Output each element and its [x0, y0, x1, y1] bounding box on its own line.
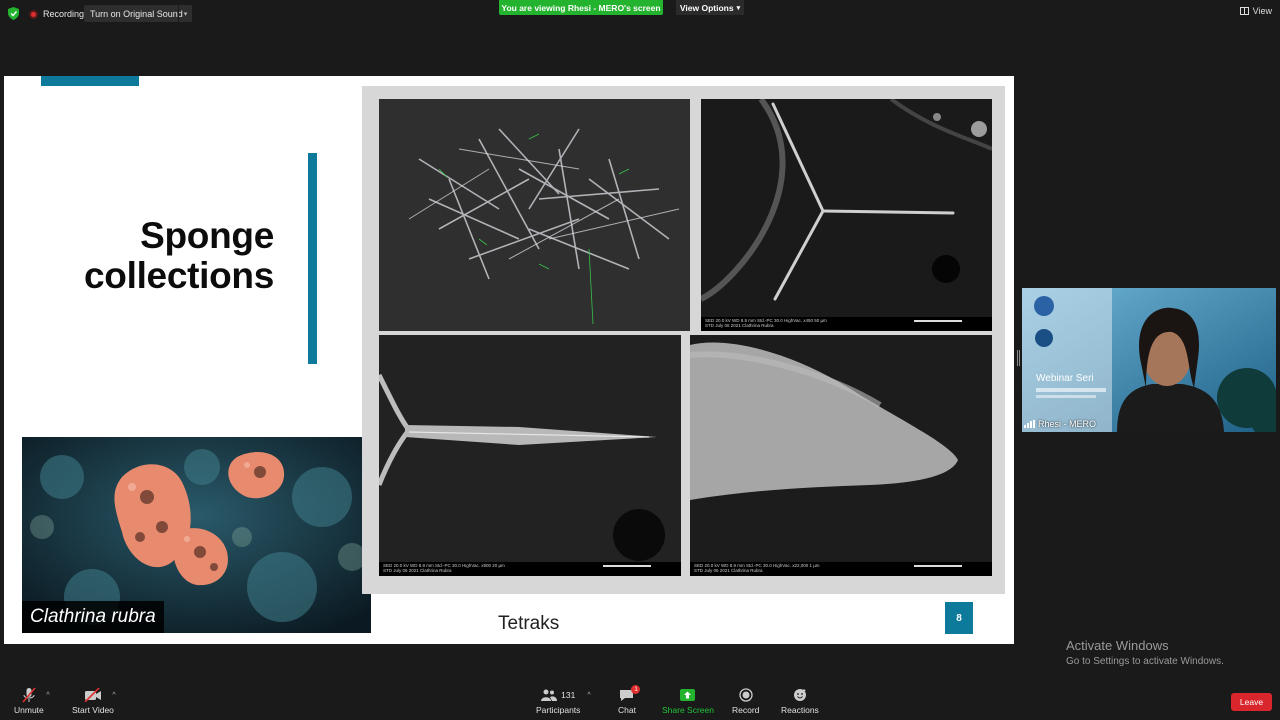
sem-info-bar: SED 20.0 kV WD 8.8 mm Std.-PC 30.0 HighV… [379, 562, 681, 576]
participants-count: 131 [561, 690, 576, 700]
participant-name-label: Rhesi - MERO [1024, 419, 1096, 429]
reactions-icon [793, 686, 807, 704]
leave-button[interactable]: Leave [1231, 693, 1272, 711]
original-sound-button[interactable]: Turn on Original Sound ▾ [84, 5, 192, 22]
sem-info-date: STD July 06 2021 Clathrina Rubra [694, 568, 763, 573]
recording-indicator[interactable]: Recording [29, 6, 84, 22]
scale-bar [603, 565, 651, 567]
unmute-button[interactable]: Unmute [14, 686, 44, 715]
sem-info-date: STD July 06 2021 Clathrina Rubra [383, 568, 452, 573]
unmute-label: Unmute [14, 705, 44, 715]
shield-icon[interactable] [8, 7, 19, 20]
background-text: Webinar Seri [1036, 373, 1094, 384]
page-number: 8 [945, 602, 973, 634]
participants-icon [541, 689, 558, 701]
participant-video-illustration: Webinar Seri [1022, 288, 1276, 432]
video-off-icon [84, 686, 102, 704]
sem-image-tip: SED 20.0 kV WD 8.9 mm Std.-PC 30.0 HighV… [690, 335, 992, 576]
reactions-button[interactable]: Reactions [781, 686, 819, 715]
activate-windows-title: Activate Windows [1066, 638, 1169, 653]
participant-video[interactable]: Webinar Seri [1022, 288, 1276, 432]
chevron-up-icon: ^ [587, 692, 591, 699]
spicule-cluster-illustration [379, 99, 690, 331]
triaxon-spicule-illustration [701, 99, 992, 317]
species-caption: Clathrina rubra [22, 601, 164, 633]
sem-image-triaxon: SED 20.0 kV WD 8.8 mm Std.-PC 30.0 HighV… [701, 99, 992, 331]
chevron-up-icon: ^ [112, 692, 116, 699]
share-screen-icon [680, 686, 696, 704]
participants-icon-wrap: 131 [541, 686, 575, 704]
scale-bar [914, 320, 962, 322]
panel-resize-handle[interactable] [1017, 350, 1020, 366]
original-sound-label: Turn on Original Sound [90, 8, 183, 19]
recording-dot-icon [29, 9, 38, 19]
sem-info-bar: SED 20.0 kV WD 8.8 mm Std.-PC 30.0 HighV… [701, 317, 992, 331]
actine-spicule-illustration [379, 335, 681, 562]
participants-label: Participants [536, 705, 581, 715]
accent-bar [308, 153, 317, 364]
chat-button[interactable]: 1 Chat [618, 685, 641, 715]
view-button[interactable]: View [1239, 6, 1272, 16]
share-screen-button[interactable]: Share Screen [662, 686, 714, 715]
activate-windows-subtitle: Go to Settings to activate Windows. [1066, 656, 1224, 667]
activate-windows-watermark: Activate Windows Go to Settings to activ… [1066, 638, 1224, 667]
chat-icon-wrap: 1 [619, 685, 641, 704]
chevron-down-icon: ▾ [736, 4, 741, 12]
view-label: View [1252, 6, 1272, 16]
chat-label: Chat [618, 705, 636, 715]
record-button[interactable]: Record [732, 686, 759, 715]
recording-label: Recording [43, 9, 85, 19]
spicule-tip-illustration [690, 335, 992, 562]
participants-button[interactable]: 131 Participants [536, 686, 580, 715]
record-icon [739, 686, 753, 704]
meeting-toolbar [0, 680, 1280, 720]
chevron-down-icon[interactable]: ▾ [178, 5, 192, 22]
reactions-label: Reactions [781, 705, 819, 715]
chevron-up-icon: ^ [46, 692, 50, 699]
shared-screen-slide: Sponge collections Clathrina rubra SED 2… [4, 76, 1014, 644]
scale-bar [914, 565, 962, 567]
participant-name: Rhesi - MERO [1038, 419, 1097, 429]
sem-image-panel: SED 20.0 kV WD 8.8 mm Std.-PC 30.0 HighV… [362, 86, 1005, 594]
signal-strength-icon [1024, 420, 1035, 428]
figure-caption: Tetraks [498, 613, 560, 634]
microphone-muted-icon [21, 686, 37, 704]
view-options-button[interactable]: View Options ▾ [676, 0, 744, 15]
slide-title-line1: Sponge [140, 215, 274, 256]
grid-view-icon [1239, 7, 1249, 15]
viewing-screen-banner: You are viewing Rhesi - MERO's screen [499, 0, 663, 15]
sem-image-actine: SED 20.0 kV WD 8.8 mm Std.-PC 30.0 HighV… [379, 335, 681, 576]
slide-title-line2: collections [84, 255, 274, 296]
view-options-label: View Options [679, 2, 734, 13]
sem-image-spicule-cluster [379, 99, 690, 331]
record-label: Record [732, 705, 760, 715]
sem-info-bar: SED 20.0 kV WD 8.9 mm Std.-PC 30.0 HighV… [690, 562, 992, 576]
slide-title: Sponge collections [84, 216, 274, 296]
share-screen-label: Share Screen [662, 705, 714, 715]
sem-info-date: STD July 06 2021 Clathrina Rubra [705, 323, 774, 328]
start-video-label: Start Video [72, 705, 114, 715]
start-video-button[interactable]: Start Video [72, 686, 114, 715]
accent-tab [41, 76, 139, 86]
